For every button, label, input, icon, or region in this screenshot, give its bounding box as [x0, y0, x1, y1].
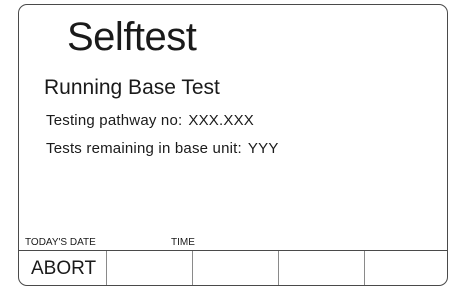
remaining-value: YYY	[247, 140, 279, 157]
softkey-2-button[interactable]	[107, 251, 193, 285]
screen-title: Selftest	[67, 15, 197, 59]
softkey-3-button[interactable]	[193, 251, 279, 285]
softkey-5-button[interactable]	[365, 251, 447, 285]
pathway-line: Testing pathway no: XXX.XXX	[46, 113, 254, 128]
device-screen: Selftest Running Base Test Testing pathw…	[18, 4, 448, 286]
screen-subtitle: Running Base Test	[44, 76, 220, 99]
softkey-4-button[interactable]	[279, 251, 365, 285]
pathway-label: Testing pathway no:	[46, 112, 183, 129]
abort-button[interactable]: ABORT	[19, 251, 107, 285]
date-label: TODAY'S DATE	[25, 237, 96, 248]
remaining-line: Tests remaining in base unit: YYY	[46, 141, 279, 156]
remaining-label: Tests remaining in base unit:	[46, 140, 242, 157]
pathway-value: XXX.XXX	[188, 112, 254, 129]
softkey-bar: ABORT	[19, 250, 447, 285]
time-label: TIME	[171, 237, 195, 248]
